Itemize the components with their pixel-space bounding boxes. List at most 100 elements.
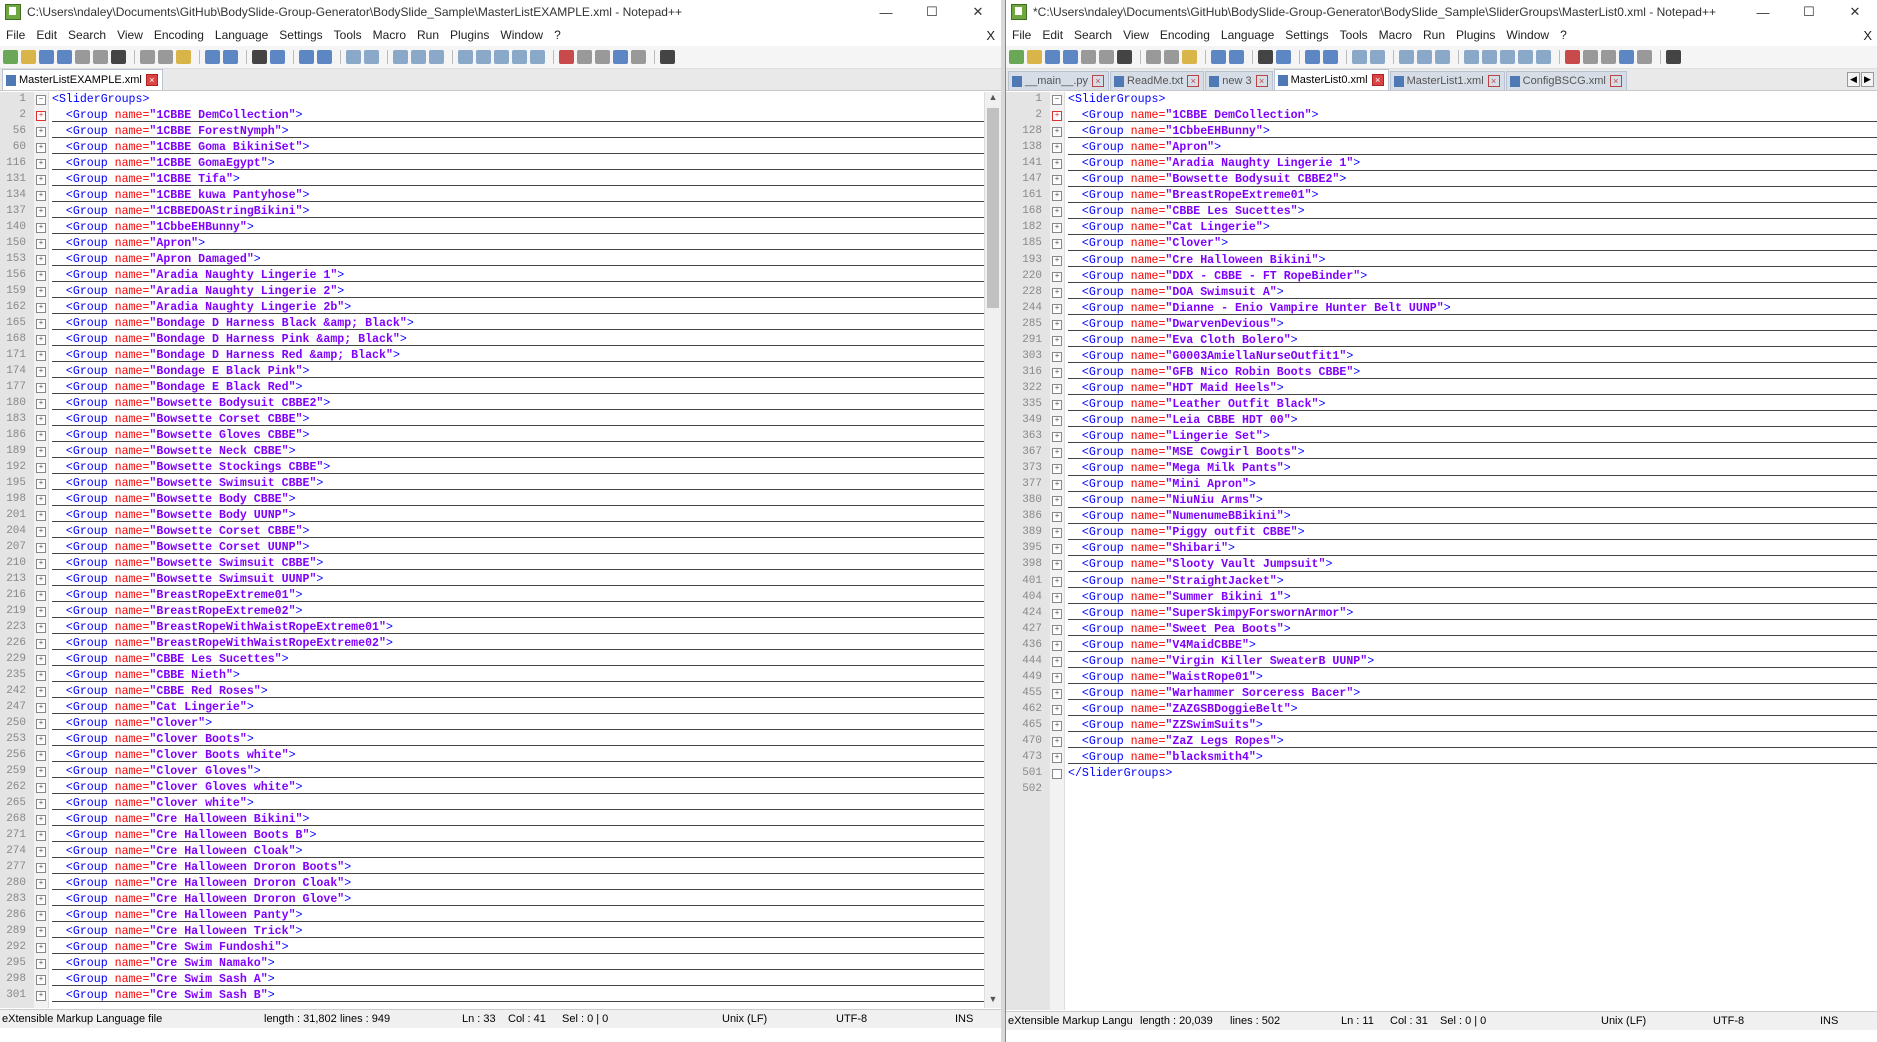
save-macro-icon[interactable] bbox=[1637, 50, 1652, 64]
menu-plugins[interactable]: Plugins bbox=[446, 28, 496, 42]
fold-marker-icon[interactable]: + bbox=[1052, 335, 1062, 346]
folder-icon[interactable] bbox=[512, 50, 527, 64]
open-icon[interactable] bbox=[1027, 50, 1042, 64]
save-all-icon[interactable] bbox=[57, 50, 72, 64]
fold-marker-icon[interactable]: + bbox=[1052, 592, 1062, 603]
fold-marker-icon[interactable]: + bbox=[36, 623, 46, 633]
run-multi-icon[interactable] bbox=[1619, 50, 1634, 64]
fold-marker-icon[interactable]: + bbox=[36, 927, 46, 937]
fold-marker-icon[interactable]: + bbox=[36, 415, 46, 425]
menu-help[interactable]: ? bbox=[1556, 28, 1574, 42]
sync-h-icon[interactable] bbox=[364, 50, 379, 64]
maximize-button[interactable]: ☐ bbox=[1786, 4, 1832, 20]
fold-marker-icon[interactable]: + bbox=[36, 991, 46, 1001]
fold-marker-icon[interactable]: + bbox=[1052, 255, 1062, 266]
fold-marker-icon[interactable]: + bbox=[1052, 159, 1062, 170]
cut-icon[interactable] bbox=[140, 50, 155, 64]
all-chars-icon[interactable] bbox=[1417, 50, 1432, 64]
fold-marker-icon[interactable]: + bbox=[1052, 191, 1062, 202]
close-tab-icon[interactable]: × bbox=[1187, 75, 1200, 87]
menu-view[interactable]: View bbox=[1119, 28, 1156, 42]
fold-marker-icon[interactable]: + bbox=[1052, 143, 1062, 154]
menu-run[interactable]: Run bbox=[1419, 28, 1452, 42]
maximize-button[interactable]: ☐ bbox=[909, 4, 955, 20]
fold-marker-icon[interactable]: + bbox=[36, 191, 46, 201]
copy-icon[interactable] bbox=[1164, 50, 1179, 64]
fold-marker-icon[interactable]: + bbox=[1052, 319, 1062, 330]
wrap-icon[interactable] bbox=[393, 50, 408, 64]
fold-marker-icon[interactable]: + bbox=[36, 143, 46, 153]
scrollbar-thumb[interactable] bbox=[987, 108, 999, 308]
fold-marker-icon[interactable]: + bbox=[36, 495, 46, 505]
save-icon[interactable] bbox=[39, 50, 54, 64]
func-list-icon[interactable] bbox=[1500, 50, 1515, 64]
save-macro-icon[interactable] bbox=[631, 50, 646, 64]
fold-marker-icon[interactable]: + bbox=[36, 159, 46, 169]
fold-marker-icon[interactable]: + bbox=[1052, 271, 1062, 282]
print-icon[interactable] bbox=[111, 50, 126, 64]
fold-marker-icon[interactable]: + bbox=[36, 847, 46, 857]
fold-marker-icon[interactable]: + bbox=[36, 655, 46, 665]
fold-marker-icon[interactable]: + bbox=[1052, 432, 1062, 443]
menu-macro[interactable]: Macro bbox=[369, 28, 413, 42]
open-icon[interactable] bbox=[21, 50, 36, 64]
minimize-button[interactable]: — bbox=[863, 5, 909, 20]
fold-marker-icon[interactable]: + bbox=[1052, 496, 1062, 507]
fold-marker-icon[interactable]: + bbox=[1052, 127, 1062, 138]
indent-guide-icon[interactable] bbox=[429, 50, 444, 64]
fold-marker-icon[interactable]: + bbox=[1052, 560, 1062, 571]
close-document-button[interactable]: X bbox=[982, 28, 1001, 43]
close-all-icon[interactable] bbox=[1099, 50, 1114, 64]
tab-scroll-left-icon[interactable]: ◀ bbox=[1847, 72, 1860, 87]
fold-marker-icon[interactable]: + bbox=[36, 479, 46, 489]
doc-map-icon[interactable] bbox=[1482, 50, 1497, 64]
fold-marker-icon[interactable]: + bbox=[36, 575, 46, 585]
zoom-in-icon[interactable] bbox=[299, 50, 314, 64]
fold-marker-icon[interactable]: + bbox=[1052, 640, 1062, 651]
paste-icon[interactable] bbox=[1182, 50, 1197, 64]
menu-edit[interactable]: Edit bbox=[32, 28, 64, 42]
fold-marker-icon[interactable]: + bbox=[36, 271, 46, 281]
close-button[interactable]: ✕ bbox=[955, 4, 1001, 20]
scroll-down-icon[interactable]: ▼ bbox=[985, 994, 1001, 1008]
tab-scroll-right-icon[interactable]: ▶ bbox=[1861, 72, 1874, 87]
menu-run[interactable]: Run bbox=[413, 28, 446, 42]
fold-marker-icon[interactable]: + bbox=[36, 735, 46, 745]
close-icon[interactable] bbox=[75, 50, 90, 64]
fold-marker-icon[interactable]: + bbox=[1052, 287, 1062, 298]
fold-marker-icon[interactable]: + bbox=[36, 351, 46, 361]
wrap-icon[interactable] bbox=[1399, 50, 1414, 64]
fold-marker-icon[interactable]: + bbox=[36, 239, 46, 249]
code-editor[interactable]: 1− <SliderGroups> 2 + <Group name="1CBBE De… bbox=[1006, 92, 1877, 1010]
copy-icon[interactable] bbox=[158, 50, 173, 64]
menu-encoding[interactable]: Encoding bbox=[150, 28, 211, 42]
print-icon[interactable] bbox=[1117, 50, 1132, 64]
fold-marker-icon[interactable]: + bbox=[36, 175, 46, 185]
close-tab-icon[interactable]: × bbox=[1255, 75, 1268, 87]
cut-icon[interactable] bbox=[1146, 50, 1161, 64]
menu-tools[interactable]: Tools bbox=[330, 28, 369, 42]
stop-icon[interactable] bbox=[577, 50, 592, 64]
menu-language[interactable]: Language bbox=[1217, 28, 1281, 42]
fold-marker-icon[interactable]: + bbox=[1052, 753, 1062, 764]
fold-marker-icon[interactable]: + bbox=[1052, 544, 1062, 555]
fold-marker-icon[interactable]: − bbox=[1052, 95, 1062, 105]
folder-icon[interactable] bbox=[1518, 50, 1533, 64]
menu-encoding[interactable]: Encoding bbox=[1156, 28, 1217, 42]
fold-marker-icon[interactable]: + bbox=[1052, 416, 1062, 426]
tab-masterlist1-xml[interactable]: MasterList1.xml × bbox=[1389, 71, 1505, 90]
tab-masterlist0-xml[interactable]: MasterList0.xml × bbox=[1273, 69, 1389, 90]
fold-marker-icon[interactable]: + bbox=[36, 223, 46, 233]
fold-marker-icon[interactable]: + bbox=[36, 207, 46, 217]
fold-marker-icon[interactable]: + bbox=[1052, 512, 1062, 523]
redo-icon[interactable] bbox=[1229, 50, 1244, 64]
udl-icon[interactable] bbox=[1464, 50, 1479, 64]
fold-marker-icon[interactable]: + bbox=[1052, 239, 1062, 250]
tab-new-3[interactable]: new 3 × bbox=[1205, 71, 1273, 90]
fold-marker-icon[interactable]: + bbox=[1052, 383, 1062, 394]
fold-marker-icon[interactable]: + bbox=[36, 559, 46, 569]
close-icon[interactable] bbox=[1081, 50, 1096, 64]
fold-marker-icon[interactable]: + bbox=[1052, 656, 1062, 667]
fold-marker-icon[interactable]: + bbox=[36, 111, 46, 121]
spell-icon[interactable] bbox=[1666, 50, 1681, 64]
